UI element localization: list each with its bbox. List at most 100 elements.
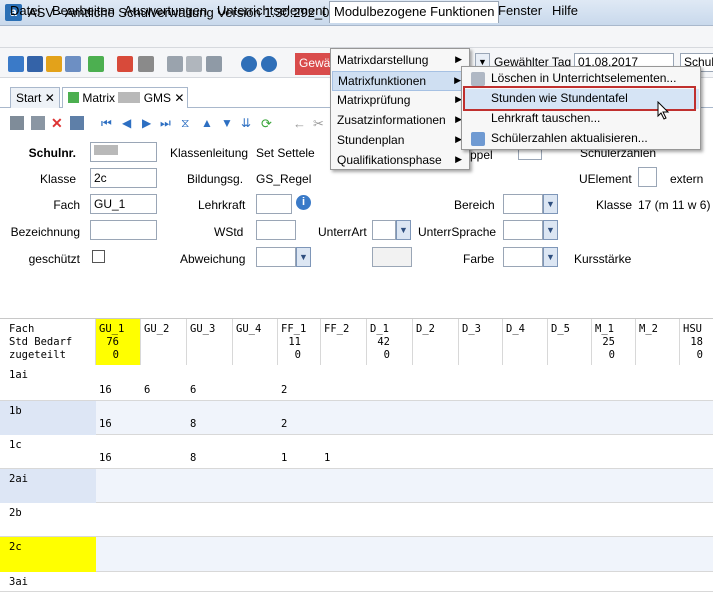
menu-item-matrixpruefung[interactable]: Matrixprüfung ▶ [332,91,468,111]
flash-icon[interactable] [206,56,222,72]
chevron-down-icon[interactable]: ▼ [396,220,411,240]
bereich-select[interactable] [503,194,543,214]
menu-fenster[interactable]: Fenster [496,3,544,18]
move-down-icon[interactable]: ⇊ [241,116,255,130]
column-header[interactable]: FF_1 11 0 [278,319,323,365]
menu-datei[interactable]: Datei [8,3,42,18]
menu-modulbezogene-funktionen[interactable]: Modulbezogene Funktionen [329,1,500,23]
table-row[interactable] [0,503,713,537]
printer-icon[interactable] [138,56,154,72]
teachers-icon[interactable] [46,56,62,72]
menu-unterrichtselement[interactable]: Unterrichtselement [215,3,328,18]
unterrsprache-select[interactable] [503,220,543,240]
menu-item-matrixdarstellung[interactable]: Matrixdarstellung ▶ [332,51,468,71]
users-icon[interactable] [8,56,24,72]
last-icon[interactable]: ⏭ [160,116,174,130]
column-header[interactable]: D_3 [459,319,504,365]
menu-bearbeiten[interactable]: Bearbeiten [50,3,117,18]
column-header[interactable]: D_2 [413,319,458,365]
column-header[interactable]: M_1 25 0 [592,319,637,365]
next-icon[interactable]: ▶ [142,116,156,130]
table-cell[interactable]: 8 [190,418,196,430]
tab-start[interactable]: Start ✕ [10,87,60,108]
table-cell[interactable]: 6 [190,384,196,396]
unterrart-select[interactable] [372,220,396,240]
subjects-icon[interactable] [65,56,81,72]
table-cell[interactable]: 2 [281,418,287,430]
kursstaerke-label: Kursstärke [574,252,632,266]
message-icon[interactable] [88,56,104,72]
column-header-bedarf [187,336,232,349]
menu-item-schuelerzahlen-aktualisieren[interactable]: Schülerzahlen aktualisieren... [463,129,699,149]
copy-icon[interactable] [167,56,183,72]
uelement-field[interactable] [638,167,657,187]
table-cell[interactable]: 16 [99,452,112,464]
abweichung-select[interactable] [256,247,296,267]
info-icon[interactable]: i [296,195,311,210]
column-header-fach: M_2 [639,323,658,335]
refresh-icon[interactable]: ⟳ [261,116,275,131]
table-cell[interactable]: 1 [281,452,287,464]
table-row[interactable] [0,572,713,592]
undo-icon[interactable] [31,116,45,130]
down-icon[interactable]: ▼ [221,116,235,130]
table-row[interactable] [0,537,713,572]
save-icon[interactable] [10,116,24,130]
column-header[interactable]: GU_4 [233,319,278,365]
back-arrow-icon[interactable]: ← [293,116,307,131]
chevron-down-icon[interactable]: ▼ [543,194,558,214]
column-header[interactable]: GU_3 [187,319,232,365]
table-row[interactable] [0,469,713,503]
menu-item-stundenplan[interactable]: Stundenplan ▶ [332,131,468,151]
bezeichnung-field[interactable] [90,220,157,240]
table-cell[interactable]: 16 [99,418,112,430]
cut-icon[interactable]: ✂ [313,116,327,131]
geschuetzt-checkbox[interactable] [92,250,105,263]
column-header[interactable]: HSU 18 0 [680,319,713,365]
column-header[interactable]: D_1 42 0 [367,319,412,365]
column-header-zugeteilt [503,349,548,362]
menu-hilfe[interactable]: Hilfe [550,3,580,18]
table-cell[interactable]: 1 [324,452,330,464]
sort-icon[interactable]: ⧖ [181,116,195,130]
edit-icon[interactable] [70,116,84,130]
info-icon[interactable] [241,56,257,72]
column-header[interactable]: FF_2 [321,319,366,365]
first-icon[interactable]: ⏮ [101,116,115,130]
tab-matrix[interactable]: Matrix GMS ✕ [62,87,188,108]
menu-item-qualifikationsphase[interactable]: Qualifikationsphase ▶ [332,151,468,171]
close-icon[interactable]: ✕ [174,91,184,105]
menu-item-zusatzinformationen[interactable]: Zusatzinformationen ▶ [332,111,468,131]
book-icon[interactable] [117,56,133,72]
table-cell[interactable]: 2 [281,384,287,396]
chevron-down-icon[interactable]: ▼ [296,247,311,267]
delete-icon[interactable]: ✕ [51,116,65,130]
farbe-select[interactable] [503,247,543,267]
bildungsg-value: GS_Regel [256,172,312,186]
column-header-fach: D_1 [370,323,389,335]
classes-icon[interactable] [27,56,43,72]
lehrkraft-field[interactable] [256,194,292,214]
up-icon[interactable]: ▲ [201,116,215,130]
menu-item-matrixfunktionen[interactable]: Matrixfunktionen ▶ [332,71,468,91]
column-header[interactable]: GU_1 76 0 [96,319,141,365]
column-header[interactable]: D_5 [548,319,593,365]
column-header[interactable]: D_4 [503,319,548,365]
column-header[interactable]: GU_2 [141,319,186,365]
klasse-field[interactable]: 2c [90,168,157,188]
table-cell[interactable]: 16 [99,384,112,396]
table-cell[interactable]: 6 [144,384,150,396]
prev-icon[interactable]: ◀ [122,116,136,130]
table-cell[interactable]: 8 [190,452,196,464]
gewaehlt-button[interactable]: Gewä [295,53,335,75]
wstd-field[interactable] [256,220,296,240]
close-icon[interactable]: ✕ [45,91,55,105]
chevron-down-icon[interactable]: ▼ [543,220,558,240]
fach-field[interactable]: GU_1 [90,194,157,214]
column-header[interactable]: M_2 [636,319,681,365]
chevron-down-icon[interactable]: ▼ [543,247,558,267]
export-icon[interactable] [186,56,202,72]
menu-auswertungen[interactable]: Auswertungen [122,3,209,18]
help-icon[interactable] [261,56,277,72]
row-label: 1b [9,405,22,417]
